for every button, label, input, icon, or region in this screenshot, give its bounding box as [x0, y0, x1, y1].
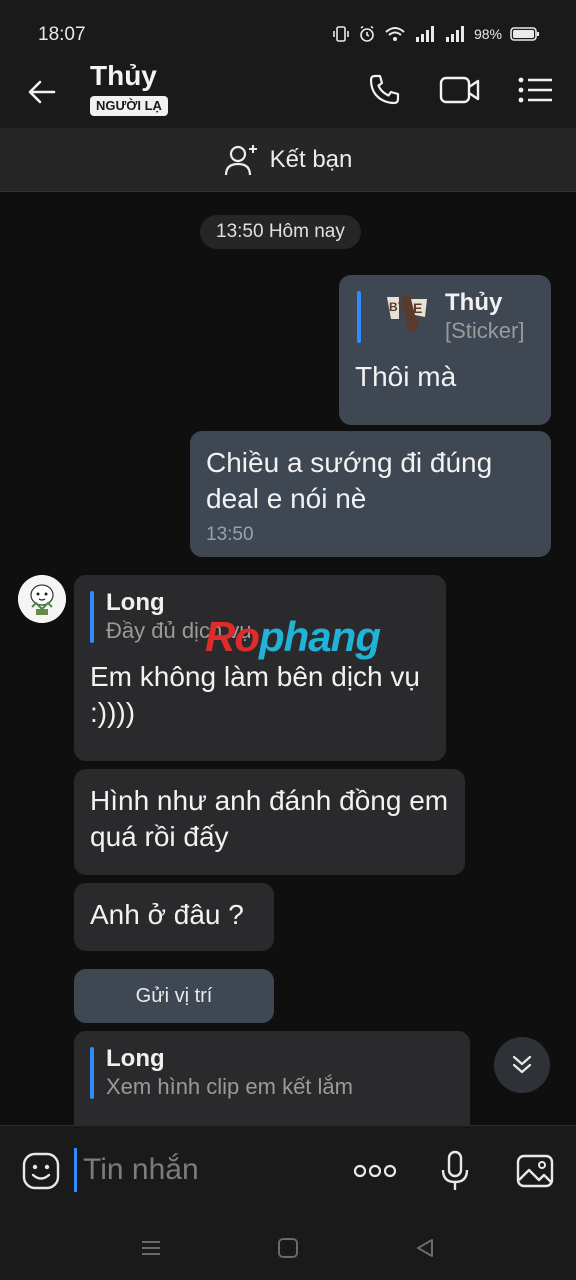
message-bubble-incoming[interactable]: Anh ở đâu ? — [74, 883, 274, 951]
message-bubble-incoming[interactable]: Hình như anh đánh đồng em quá rồi đấy — [74, 769, 465, 875]
battery-icon — [510, 27, 539, 41]
back-triangle-icon — [417, 1239, 433, 1257]
reply-quote-text: Xem hình clip em kết lắm — [106, 1074, 353, 1099]
vibrate-icon — [333, 26, 349, 42]
send-location-button[interactable]: Gửi vị trí — [74, 969, 274, 1023]
menu-list-icon — [518, 77, 552, 103]
back-arrow-icon — [28, 80, 56, 104]
message-bubble-incoming[interactable]: Long Đầy đủ dịch vụ Em không làm bên dịc… — [74, 575, 446, 761]
sticker-thumbnail: BY E — [385, 293, 429, 337]
reply-quote[interactable]: BY E Thủy [Sticker] — [357, 289, 535, 345]
contact-avatar[interactable] — [18, 575, 66, 623]
message-text: Thôi mà — [355, 361, 457, 392]
scroll-to-bottom-button[interactable] — [494, 1037, 550, 1093]
battery-percent: 98% — [473, 26, 502, 42]
message-input-bar: Tin nhắn — [0, 1125, 576, 1215]
stranger-badge: NGƯỜI LẠ — [90, 96, 168, 116]
status-time: 18:07 — [38, 24, 86, 45]
reply-quote-name: Thủy — [445, 289, 503, 316]
wifi-icon — [385, 27, 405, 41]
date-divider: 13:50 Hôm nay — [200, 215, 361, 249]
signal-2-icon — [445, 26, 464, 42]
back-button[interactable] — [22, 72, 62, 112]
alarm-icon — [360, 25, 374, 42]
reply-quote-text: [Sticker] — [445, 318, 525, 343]
message-bubble-outgoing[interactable]: BY E Thủy [Sticker] Thôi mà — [339, 275, 551, 425]
status-icons: 98% — [332, 25, 540, 43]
phone-icon — [369, 74, 400, 105]
avatar-cartoon-icon — [18, 575, 66, 623]
video-call-icon — [439, 76, 480, 104]
system-nav-bar — [0, 1215, 576, 1280]
double-chevron-down-icon — [512, 1055, 532, 1074]
message-text: Anh ở đâu ? — [90, 899, 244, 930]
add-user-icon — [224, 144, 257, 175]
chat-header: Thủy NGƯỜI LẠ — [0, 52, 576, 128]
send-image-button[interactable] — [512, 1148, 558, 1194]
message-text: Em không làm bên dịch vụ :)))) — [90, 661, 420, 728]
contact-name[interactable]: Thủy — [90, 60, 157, 92]
chat-area[interactable]: 13:50 Hôm nay BY E Thủy [Sticker] Thôi m… — [0, 193, 576, 1125]
reply-quote[interactable]: Long Xem hình clip em kết lắm — [90, 1045, 454, 1101]
message-bubble-incoming[interactable]: Long Xem hình clip em kết lắm — [74, 1031, 470, 1125]
watermark: Rophang — [205, 613, 381, 661]
home-square-icon — [278, 1238, 298, 1258]
emoji-button[interactable] — [18, 1148, 64, 1194]
chat-menu-button[interactable] — [514, 68, 558, 112]
nav-recents-button[interactable] — [136, 1233, 166, 1263]
nav-back-button[interactable] — [410, 1233, 440, 1263]
status-bar: 18:07 98% — [0, 0, 576, 52]
recents-icon — [142, 1241, 160, 1255]
watermark-part-2: phang — [259, 613, 381, 660]
voice-message-button[interactable] — [432, 1148, 478, 1194]
nav-home-button[interactable] — [273, 1233, 303, 1263]
microphone-icon — [441, 1150, 469, 1190]
svg-text:E: E — [413, 300, 422, 316]
message-input[interactable]: Tin nhắn — [74, 1148, 324, 1192]
signal-1-icon — [415, 26, 434, 42]
call-button[interactable] — [362, 68, 406, 112]
reply-quote-name: Long — [106, 1045, 165, 1072]
add-friend-button[interactable]: Kết bạn — [0, 128, 576, 192]
video-call-button[interactable] — [438, 68, 482, 112]
more-options-button[interactable] — [352, 1148, 398, 1194]
message-bubble-outgoing[interactable]: Chiều a sướng đi đúng deal e nói nè 13:5… — [190, 431, 551, 557]
message-text: Hình như anh đánh đồng em quá rồi đấy — [90, 785, 449, 852]
message-time: 13:50 — [206, 524, 254, 545]
message-text: Chiều a sướng đi đúng deal e nói nè — [206, 447, 493, 514]
add-friend-label: Kết bạn — [269, 145, 353, 173]
svg-text:BY: BY — [389, 300, 406, 314]
image-gallery-icon — [516, 1154, 554, 1188]
watermark-part-1: Ro — [205, 613, 260, 660]
emoji-sticker-icon — [22, 1152, 60, 1190]
more-dots-icon — [353, 1164, 397, 1178]
